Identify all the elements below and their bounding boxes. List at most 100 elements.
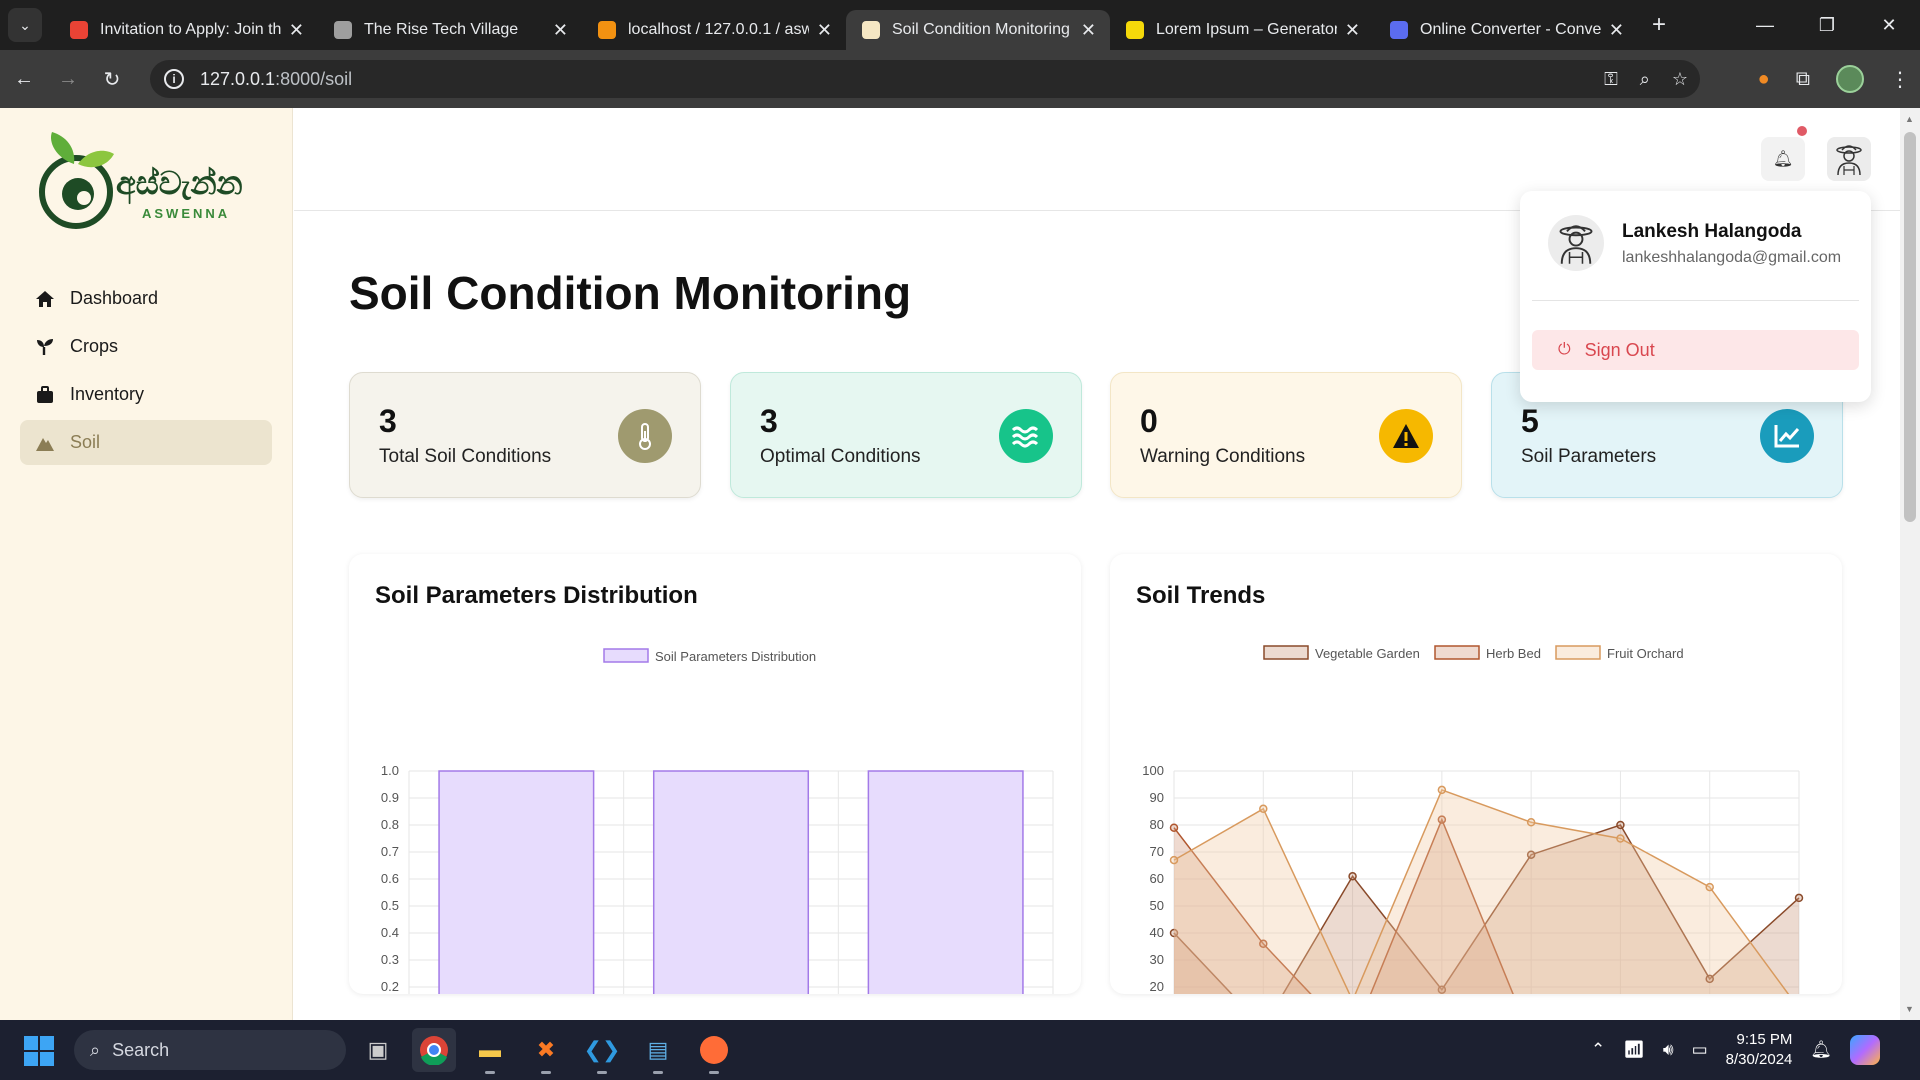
battery-icon[interactable]: ▭ (1692, 1040, 1708, 1060)
sidebar-item-crops[interactable]: Crops (20, 324, 272, 369)
user-menu-button[interactable] (1827, 137, 1871, 181)
wifi-icon[interactable]: 📶︎ (1623, 1040, 1645, 1060)
tab-close-icon[interactable]: ✕ (1345, 20, 1360, 41)
dropdown-divider (1532, 300, 1859, 301)
forward-button[interactable]: → (48, 59, 88, 99)
site-info-icon[interactable]: i (164, 69, 184, 89)
data-point (1437, 785, 1447, 795)
distribution-chart-card: Soil Parameters Distribution 00.10.20.30… (349, 554, 1081, 994)
system-tray: ⌃ 📶︎ 🔊︎ ▭ 9:15 PM 8/30/2024 🔔︎ (1591, 1020, 1880, 1080)
web-page: අස්වැන්න ASWENNA Dashboard Crops Inventory… (0, 108, 1900, 1020)
aswenna-logo[interactable]: අස්වැන්න ASWENNA (26, 128, 256, 238)
data-point (1794, 893, 1804, 903)
browser-tab[interactable]: The Rise Tech Village ✕ (318, 10, 582, 50)
tab-favicon-icon (862, 21, 880, 39)
extensions-puzzle-icon[interactable]: ⧉ (1796, 68, 1810, 91)
y-tick-label: 0.3 (381, 952, 399, 967)
taskbar-search[interactable]: ⌕ Search (74, 1030, 346, 1070)
bookmark-star-icon[interactable]: ☆ (1672, 69, 1688, 90)
logo-subtitle: ASWENNA (142, 206, 231, 221)
password-key-icon[interactable]: ⚿ (1604, 69, 1618, 90)
postman-icon[interactable] (692, 1028, 736, 1074)
farmer-avatar-icon (1836, 145, 1862, 176)
new-tab-button[interactable]: + (1652, 11, 1666, 39)
sidebar: අස්වැන්න ASWENNA Dashboard Crops Inventory… (0, 108, 293, 1020)
sidebar-item-soil[interactable]: Soil (20, 420, 272, 465)
start-button[interactable] (24, 1036, 54, 1066)
tab-favicon-icon (1390, 21, 1408, 39)
tab-close-icon[interactable]: ✕ (1081, 20, 1096, 41)
browser-tab[interactable]: Online Converter - Convert ✕ (1374, 10, 1638, 50)
scroll-up-arrow-icon[interactable]: ▲ (1905, 114, 1914, 124)
back-button[interactable]: ← (4, 59, 44, 99)
taskbar-search-label: Search (112, 1039, 170, 1060)
legend-swatch (1434, 645, 1480, 660)
extension-fox-icon[interactable]: ● (1758, 68, 1770, 91)
address-bar[interactable]: i 127.0.0.1:8000/soil ⚿ ⌕ ☆ (150, 60, 1700, 98)
y-tick-label: 90 (1150, 790, 1164, 805)
file-explorer-icon[interactable]: ▬ (468, 1028, 512, 1074)
tab-close-icon[interactable]: ✕ (553, 20, 568, 41)
sidebar-item-dashboard[interactable]: Dashboard (20, 276, 272, 321)
page-scrollbar[interactable]: ▲ ▼ (1900, 108, 1920, 1020)
copilot-icon[interactable] (1850, 1035, 1880, 1065)
volume-icon[interactable]: 🔊︎ (1663, 1040, 1674, 1060)
sign-out-button[interactable]: ⏻ Sign Out (1532, 330, 1859, 370)
data-point (1259, 804, 1268, 814)
stat-card: 3 Optimal Conditions (730, 372, 1082, 498)
data-point (1169, 855, 1179, 865)
bell-icon: 🔔︎ (1772, 151, 1794, 168)
legend-label: Soil Parameters Distribution (655, 649, 816, 664)
power-icon: ⏻ (1558, 341, 1571, 358)
vscode-icon[interactable]: ❮❯ (580, 1028, 624, 1074)
series-area (1174, 789, 1789, 994)
tab-close-icon[interactable]: ✕ (817, 20, 832, 41)
zoom-icon[interactable]: ⌕ (1640, 69, 1650, 90)
notifications-button[interactable]: 🔔︎ (1761, 137, 1805, 181)
tab-title: Soil Condition Monitoring (892, 21, 1070, 38)
browser-menu-icon[interactable]: ⋮ (1890, 67, 1910, 92)
distribution-bar-chart[interactable]: 00.10.20.30.40.50.60.70.80.91.0182225Soi… (349, 554, 1081, 994)
chrome-icon[interactable] (412, 1028, 456, 1072)
sidebar-item-label: Inventory (70, 384, 145, 404)
task-view-icon[interactable]: ▣ (356, 1028, 400, 1072)
sidebar-item-inventory[interactable]: Inventory (20, 372, 272, 417)
browser-tab-strip: ⌄ Invitation to Apply: Join the ✕ The Rise… (0, 0, 1920, 50)
browser-tab[interactable]: Soil Condition Monitoring ✕ (846, 10, 1110, 50)
trends-chart-card: Soil Trends 0102030405060708090100JanFeb… (1110, 554, 1842, 994)
water-icon (999, 409, 1053, 463)
trends-area-chart[interactable]: 0102030405060708090100JanFebMarAprMayJun… (1110, 554, 1842, 994)
browser-tab[interactable]: Invitation to Apply: Join the ✕ (54, 10, 318, 50)
clock-date: 8/30/2024 (1725, 1051, 1793, 1068)
user-dropdown: Lankesh Halangoda lankeshhalangoda@gmail… (1520, 191, 1871, 402)
tab-search-button[interactable]: ⌄ (8, 8, 42, 42)
browser-toolbar: ← → ↻ i 127.0.0.1:8000/soil ⚿ ⌕ ☆ ● ⧉ ⋮ (0, 50, 1920, 108)
legend-swatch (1263, 645, 1309, 660)
legend-swatch (603, 648, 649, 663)
close-window-button[interactable]: ✕ (1858, 0, 1920, 50)
clock[interactable]: 9:15 PM 8/30/2024 (1726, 1030, 1793, 1070)
restore-button[interactable]: ❐ (1796, 0, 1858, 50)
scroll-down-arrow-icon[interactable]: ▼ (1905, 1004, 1914, 1014)
notepad-icon[interactable]: ▤ (636, 1028, 680, 1074)
chart-line-icon (1760, 409, 1814, 463)
stat-card: 0 Warning Conditions (1110, 372, 1462, 498)
xampp-icon[interactable]: ✖ (524, 1028, 568, 1074)
tab-title: Online Converter - Convert (1420, 21, 1601, 38)
leaf-logo-icon (39, 132, 114, 229)
tab-close-icon[interactable]: ✕ (289, 20, 304, 41)
notification-bell-icon[interactable]: 🔔︎ (1810, 1040, 1832, 1060)
browser-tab[interactable]: Lorem Ipsum – Generator, ✕ (1110, 10, 1374, 50)
profile-avatar[interactable] (1836, 65, 1864, 93)
chevron-up-icon[interactable]: ⌃ (1591, 1040, 1605, 1060)
reload-button[interactable]: ↻ (92, 59, 132, 99)
y-tick-label: 0.5 (381, 898, 399, 913)
url-path: :8000/soil (275, 68, 353, 89)
y-tick-label: 50 (1150, 898, 1164, 913)
minimize-button[interactable]: — (1734, 0, 1796, 50)
page-title: Soil Condition Monitoring (349, 267, 912, 319)
tab-close-icon[interactable]: ✕ (1609, 20, 1624, 41)
browser-tab[interactable]: localhost / 127.0.0.1 / aswe ✕ (582, 10, 846, 50)
scrollbar-thumb[interactable] (1904, 132, 1916, 522)
data-point (1616, 820, 1625, 830)
